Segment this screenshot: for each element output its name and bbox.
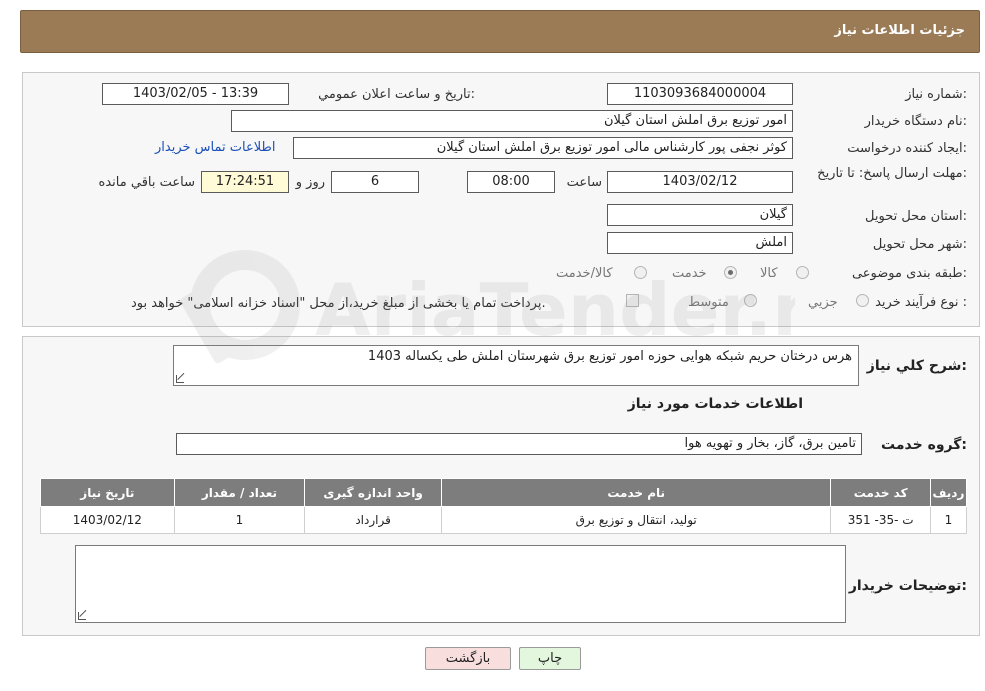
deadline-label: مهلت ارسال پاسخ: تا تاريخ: xyxy=(817,166,967,181)
resize-handle-icon[interactable] xyxy=(78,612,86,620)
category-kala-radio[interactable] xyxy=(796,266,809,279)
services-table-header: رديف کد خدمت نام خدمت واحد اندازه گيری ت… xyxy=(40,478,968,507)
process-jozi-label: جزيي xyxy=(808,295,838,310)
cell-unit: قرارداد xyxy=(304,506,442,534)
col-service-name: نام خدمت xyxy=(440,478,832,507)
page-title: جزئیات اطلاعات نیاز xyxy=(834,23,965,38)
city-label: شهر محل تحويل: xyxy=(872,237,967,252)
buyer-org-field: امور توزیع برق املش استان گیلان xyxy=(231,110,793,132)
category-khedmat-label: خدمت xyxy=(672,266,707,281)
services-section-title: اطلاعات خدمات مورد نياز xyxy=(627,396,803,412)
need-number-label: شماره نیاز: xyxy=(905,87,967,102)
announce-field: 1403/02/05 - 13:39 xyxy=(102,83,289,105)
cell-service-code: ت -35- 351 xyxy=(830,506,931,534)
creator-label: ايجاد کننده درخواست: xyxy=(847,141,967,156)
service-group-label: گروه خدمت: xyxy=(881,437,967,453)
print-button[interactable]: چاپ xyxy=(519,647,581,670)
buyer-org-label: نام دستگاه خريدار: xyxy=(864,114,967,129)
days-field: 6 xyxy=(331,171,419,193)
buyer-contact-link[interactable]: اطلاعات تماس خريدار xyxy=(155,140,275,155)
city-field: املش xyxy=(607,232,793,254)
col-quantity: تعداد / مقدار xyxy=(173,478,306,507)
remaining-label: ساعت باقي مانده xyxy=(98,175,195,190)
col-unit: واحد اندازه گيری xyxy=(304,478,442,507)
process-jozi-radio[interactable] xyxy=(856,294,869,307)
summary-text: هرس درختان حریم شبکه هوایی حوزه امور توز… xyxy=(367,349,852,364)
summary-label: شرح کلي نياز: xyxy=(866,358,967,374)
cell-need-date: 1403/02/12 xyxy=(40,506,175,534)
province-field: گيلان xyxy=(607,204,793,226)
category-kala-label: کالا xyxy=(760,266,778,281)
col-row-number: رديف xyxy=(929,478,968,507)
category-kala-khedmat-label: کالا/خدمت xyxy=(556,266,613,281)
col-need-date: تاريخ نياز xyxy=(40,478,175,507)
category-label: طبقه بندی موضوعی: xyxy=(851,266,967,281)
announce-label: تاریخ و ساعت اعلان عمومي: xyxy=(318,87,475,102)
table-row: 1 ت -35- 351 تولید، انتقال و توزیع برق ق… xyxy=(40,506,968,534)
buyer-notes-label: توضيحات خريدار: xyxy=(848,578,967,594)
creator-field: کوثر نجفی پور کارشناس مالی امور توزیع بر… xyxy=(293,137,793,159)
process-motevaset-radio[interactable] xyxy=(744,294,757,307)
province-label: استان محل تحويل: xyxy=(865,209,967,224)
service-group-field: تامین برق، گاز، بخار و تهویه هوا xyxy=(176,433,862,455)
days-label: روز و xyxy=(295,175,325,190)
payment-note: پرداخت تمام يا بخشی از مبلغ خريد،از محل … xyxy=(131,296,546,311)
category-khedmat-radio[interactable] xyxy=(724,266,737,279)
category-kala-khedmat-radio[interactable] xyxy=(634,266,647,279)
cell-service-name: تولید، انتقال و توزیع برق xyxy=(440,506,832,534)
process-label: نوع فرآيند خريد : xyxy=(875,295,967,310)
page-header: جزئیات اطلاعات نیاز xyxy=(20,10,980,53)
deadline-date-field: 1403/02/12 xyxy=(607,171,793,193)
services-table: رديف کد خدمت نام خدمت واحد اندازه گيری ت… xyxy=(40,478,968,534)
back-button[interactable]: بازگشت xyxy=(425,647,511,670)
deadline-time-field: 08:00 xyxy=(467,171,555,193)
process-motevaset-label: متوسط xyxy=(688,295,729,310)
services-table-wrap: رديف کد خدمت نام خدمت واحد اندازه گيری ت… xyxy=(40,478,968,534)
cell-row-number: 1 xyxy=(929,506,968,534)
treasury-payment-checkbox[interactable] xyxy=(626,294,639,307)
cell-quantity: 1 xyxy=(173,506,306,534)
need-number-field: 1103093684000004 xyxy=(607,83,793,105)
col-service-code: کد خدمت xyxy=(830,478,931,507)
summary-field: هرس درختان حریم شبکه هوایی حوزه امور توز… xyxy=(173,345,859,386)
remaining-time-field: 17:24:51 xyxy=(201,171,289,193)
buyer-notes-field[interactable] xyxy=(75,545,846,623)
resize-handle-icon[interactable] xyxy=(176,375,184,383)
deadline-time-label: ساعت xyxy=(566,175,602,190)
